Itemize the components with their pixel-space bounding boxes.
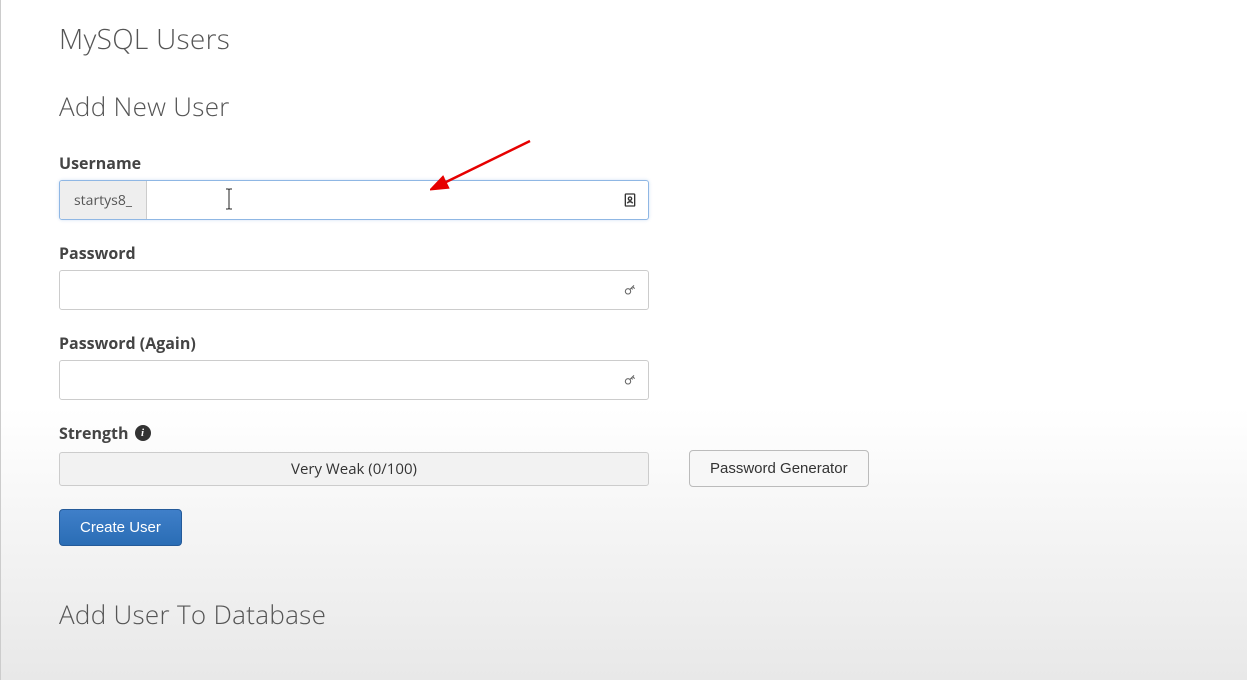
mysql-users-heading: MySQL Users bbox=[59, 20, 1247, 58]
username-group: Username startys8_ bbox=[59, 152, 1247, 220]
key-icon bbox=[621, 281, 639, 299]
password-again-label: Password (Again) bbox=[59, 332, 1247, 354]
strength-label: Strength bbox=[59, 422, 129, 444]
password-group: Password bbox=[59, 242, 1247, 310]
password-again-group: Password (Again) bbox=[59, 332, 1247, 400]
username-prefix: startys8_ bbox=[60, 181, 147, 219]
contacts-icon bbox=[621, 191, 639, 209]
username-label: Username bbox=[59, 152, 1247, 174]
username-input[interactable] bbox=[147, 181, 648, 219]
info-icon[interactable]: i bbox=[135, 425, 151, 441]
password-label: Password bbox=[59, 242, 1247, 264]
add-user-to-database-heading: Add User To Database bbox=[59, 596, 1247, 632]
username-input-group: startys8_ bbox=[59, 180, 649, 220]
create-user-button[interactable]: Create User bbox=[59, 509, 182, 546]
add-new-user-heading: Add New User bbox=[59, 88, 1247, 124]
key-icon bbox=[621, 371, 639, 389]
password-again-input[interactable] bbox=[59, 360, 649, 400]
password-input[interactable] bbox=[59, 270, 649, 310]
password-generator-button[interactable]: Password Generator bbox=[689, 450, 869, 487]
strength-meter: Very Weak (0/100) bbox=[59, 452, 649, 486]
strength-group: Strength i Very Weak (0/100) Password Ge… bbox=[59, 422, 1247, 487]
strength-text: Very Weak (0/100) bbox=[291, 459, 417, 479]
